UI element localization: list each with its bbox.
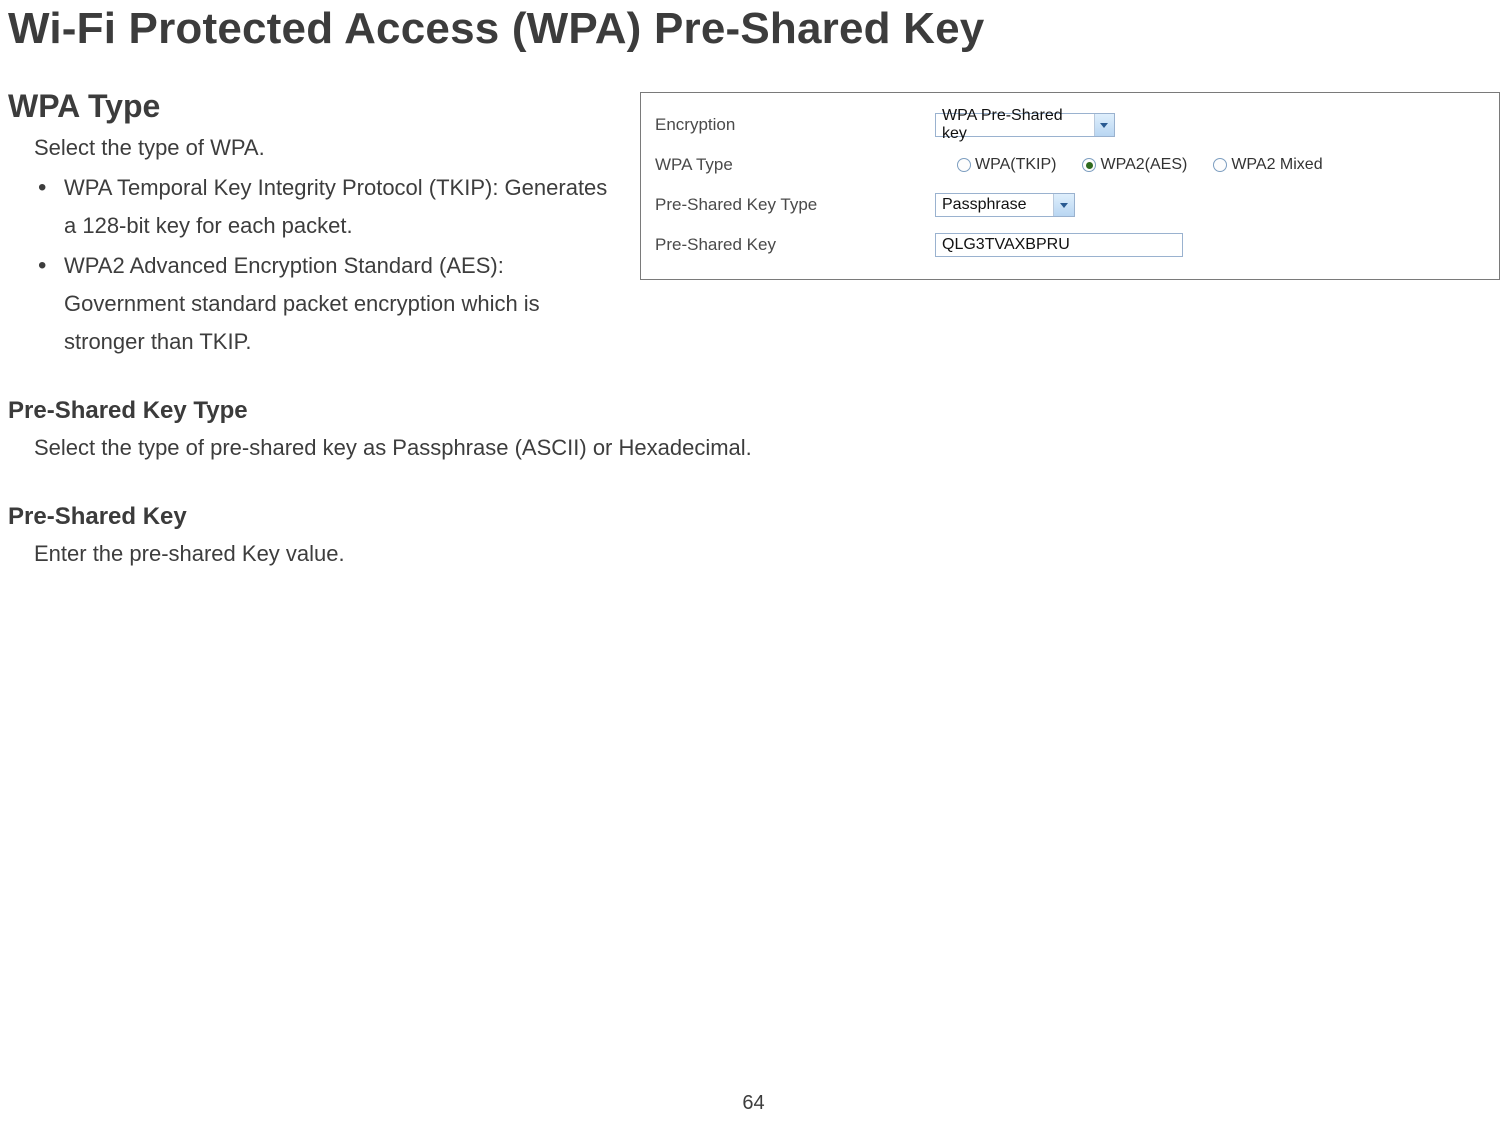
radio-icon — [957, 158, 971, 172]
bullet-aes-line2: Government standard packet encryption wh… — [64, 285, 608, 323]
row-psk-type: Pre-Shared Key Type Passphrase — [655, 185, 1485, 225]
bullet-tkip-line1: WPA Temporal Key Integrity Protocol (TKI… — [64, 169, 608, 207]
bullet-aes: WPA2 Advanced Encryption Standard (AES):… — [34, 247, 608, 361]
encryption-select-value: WPA Pre-Shared key — [936, 107, 1094, 143]
radio-icon — [1082, 158, 1096, 172]
row-wpa-type: WPA Type WPA(TKIP) WPA2(AES) WPA2 Mixed — [655, 145, 1485, 185]
psk-type-select[interactable]: Passphrase — [935, 193, 1075, 217]
label-encryption: Encryption — [655, 115, 935, 135]
page-number: 64 — [0, 1092, 1507, 1115]
label-psk-type: Pre-Shared Key Type — [655, 195, 935, 215]
radio-label-tkip: WPA(TKIP) — [975, 156, 1056, 174]
radio-label-mixed: WPA2 Mixed — [1231, 156, 1322, 174]
radio-icon — [1213, 158, 1227, 172]
heading-psk-type: Pre-Shared Key Type — [8, 397, 608, 425]
encryption-select[interactable]: WPA Pre-Shared key — [935, 113, 1115, 137]
psk-type-select-value: Passphrase — [936, 196, 1033, 214]
heading-wpa-type: WPA Type — [8, 88, 608, 125]
bullet-tkip: WPA Temporal Key Integrity Protocol (TKI… — [34, 169, 608, 245]
label-wpa-type: WPA Type — [655, 155, 935, 175]
bullet-tkip-line2: a 128-bit key for each packet. — [64, 207, 608, 245]
bullet-aes-line1: WPA2 Advanced Encryption Standard (AES): — [64, 247, 608, 285]
heading-psk: Pre-Shared Key — [8, 503, 608, 531]
bullet-aes-line3: stronger than TKIP. — [64, 323, 608, 361]
row-encryption: Encryption WPA Pre-Shared key — [655, 105, 1485, 145]
row-psk: Pre-Shared Key QLG3TVAXBPRU — [655, 225, 1485, 265]
psk-input-value: QLG3TVAXBPRU — [942, 236, 1070, 254]
settings-panel: Encryption WPA Pre-Shared key WPA Type W… — [640, 92, 1500, 280]
dropdown-icon — [1094, 114, 1114, 136]
radio-label-aes: WPA2(AES) — [1100, 156, 1187, 174]
radio-option-aes[interactable]: WPA2(AES) — [1082, 156, 1187, 174]
page-title: Wi-Fi Protected Access (WPA) Pre-Shared … — [8, 0, 1499, 54]
label-psk: Pre-Shared Key — [655, 235, 935, 255]
wpa-type-intro: Select the type of WPA. — [34, 129, 608, 167]
radio-option-tkip[interactable]: WPA(TKIP) — [957, 156, 1056, 174]
psk-type-body: Select the type of pre-shared key as Pas… — [34, 429, 934, 467]
psk-input[interactable]: QLG3TVAXBPRU — [935, 233, 1183, 257]
dropdown-icon — [1053, 194, 1074, 216]
radio-option-mixed[interactable]: WPA2 Mixed — [1213, 156, 1322, 174]
psk-body: Enter the pre-shared Key value. — [34, 535, 608, 573]
